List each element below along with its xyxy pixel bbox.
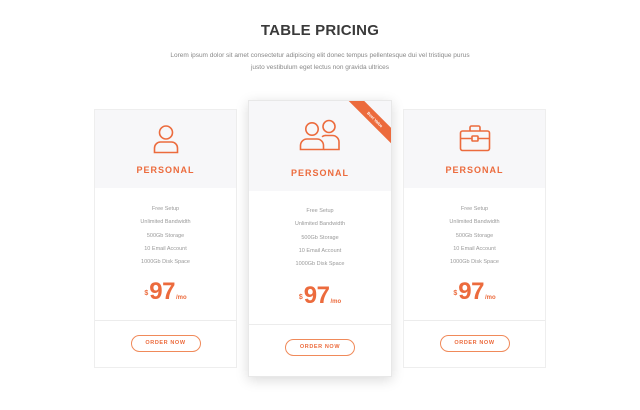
divider [404, 320, 545, 321]
page-title: TABLE PRICING [260, 22, 380, 39]
order-now-button[interactable]: ORDER NOW [285, 339, 355, 356]
price-amount: 97 [149, 278, 175, 305]
pricing-card-personal-3: PERSONAL Free Setup Unlimited Bandwidth … [403, 109, 546, 368]
feature-item: Unlimited Bandwidth [140, 219, 191, 226]
user-icon [153, 124, 179, 159]
price-currency: $ [453, 290, 458, 297]
price-period: /mo [484, 295, 496, 301]
feature-item: 500Gb Storage [301, 234, 339, 241]
price-amount: 97 [303, 282, 330, 309]
feature-item: 10 Email Account [298, 247, 342, 254]
price-amount: 97 [458, 278, 484, 305]
divider [95, 320, 236, 321]
feature-item: Free Setup [306, 208, 334, 214]
page-subtitle: Lorem ipsum dolor sit amet consectetur a… [170, 52, 470, 71]
feature-list: Free Setup Unlimited Bandwidth 500Gb Sto… [249, 205, 391, 271]
order-now-button[interactable]: ORDER NOW [439, 335, 510, 352]
price: $97/mo [404, 278, 545, 306]
feature-item: 10 Email Account [144, 245, 187, 252]
card-header: PERSONAL [95, 110, 236, 188]
plan-name: PERSONAL [136, 165, 195, 175]
feature-item: 1000Gb Disk Space [450, 259, 499, 266]
feature-item: 1000Gb Disk Space [141, 259, 190, 266]
feature-list: Free Setup Unlimited Bandwidth 500Gb Sto… [404, 203, 545, 269]
feature-item: 10 Email Account [453, 245, 496, 252]
feature-item: 1000Gb Disk Space [295, 261, 345, 268]
plan-name: PERSONAL [445, 165, 504, 175]
pricing-card-personal-featured: PERSONAL Best Value Free Setup Unlimited… [248, 100, 392, 377]
feature-item: Free Setup [460, 206, 489, 212]
price-period: /mo [330, 299, 342, 305]
feature-list: Free Setup Unlimited Bandwidth 500Gb Sto… [95, 203, 236, 269]
card-header: PERSONAL [404, 110, 545, 188]
feature-item: Unlimited Bandwidth [449, 219, 500, 226]
feature-item: Free Setup [151, 206, 180, 212]
price: $97/mo [249, 282, 391, 310]
pricing-card-personal-1: PERSONAL Free Setup Unlimited Bandwidth … [94, 109, 237, 368]
price-currency: $ [144, 290, 149, 297]
feature-item: 500Gb Storage [455, 232, 494, 239]
order-now-button[interactable]: ORDER NOW [130, 335, 201, 352]
price-currency: $ [298, 294, 303, 301]
divider [249, 324, 391, 325]
price-period: /mo [175, 295, 187, 301]
briefcase-icon [459, 124, 491, 157]
plan-name: PERSONAL [290, 168, 349, 178]
feature-item: 500Gb Storage [146, 232, 185, 239]
price: $97/mo [95, 278, 236, 306]
feature-item: Unlimited Bandwidth [294, 221, 346, 228]
users-icon [299, 119, 341, 156]
